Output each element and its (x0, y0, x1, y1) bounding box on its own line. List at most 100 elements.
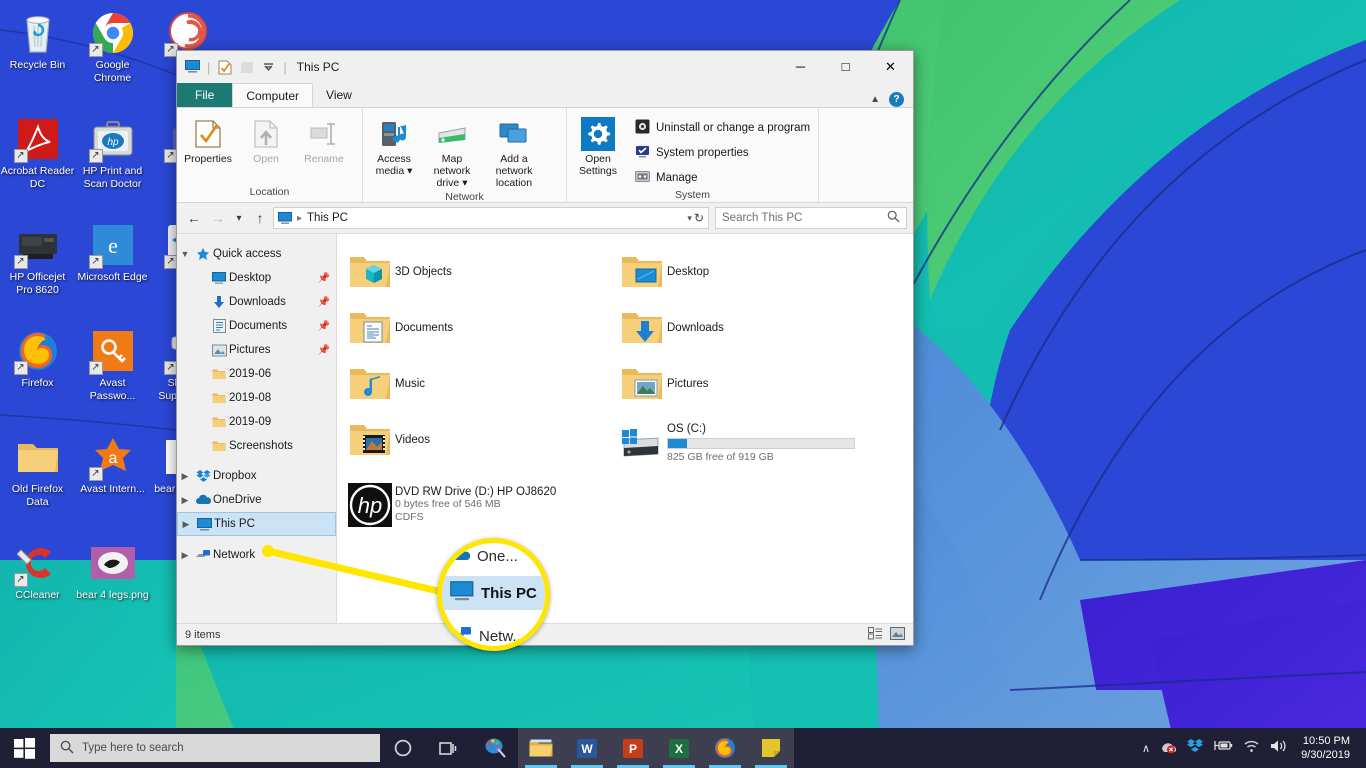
desktop-icon-firefox[interactable]: ↗ Firefox (0, 322, 75, 428)
sticky-notes-icon[interactable] (748, 728, 794, 768)
volume-icon[interactable] (1270, 739, 1287, 758)
rename-button[interactable]: Rename (295, 114, 353, 167)
sidebar-item-2019-09[interactable]: 2019-09 (177, 410, 336, 434)
list-item[interactable]: Downloads (613, 300, 885, 356)
forward-arrow-icon[interactable]: → (207, 207, 229, 229)
desktop-icon-microsoft-edge[interactable]: e ↗ Microsoft Edge (75, 216, 150, 322)
refresh-icon[interactable]: ↻ (694, 211, 704, 225)
search-icon[interactable] (887, 210, 900, 226)
desktop-icon-ccleaner[interactable]: ↗ CCleaner (0, 534, 75, 640)
address-bar[interactable]: ▸ This PC ▾ ↻ (273, 207, 709, 229)
content-pane[interactable]: 3D Objects Desktop (337, 234, 913, 623)
firefox-icon[interactable] (702, 728, 748, 768)
pin-icon[interactable]: 📌 (318, 273, 330, 284)
list-item[interactable]: Videos (341, 412, 613, 468)
sidebar-item-this-pc[interactable]: ▶ This PC (177, 512, 336, 536)
desktop-icon-avast-passwords[interactable]: ↗ Avast Passwo... (75, 322, 150, 428)
file-explorer-icon[interactable] (518, 728, 564, 768)
file-explorer-window[interactable]: | | (176, 50, 914, 646)
list-item[interactable]: 3D Objects (341, 244, 613, 300)
title-bar[interactable]: | | (177, 51, 913, 83)
ribbon-right-controls[interactable]: ▲ ? (870, 92, 913, 107)
up-arrow-icon[interactable]: ↑ (249, 207, 271, 229)
wifi-icon[interactable] (1243, 739, 1260, 758)
tab-view[interactable]: View (313, 83, 365, 107)
dropbox-tray-icon[interactable] (1187, 738, 1203, 758)
chevron-down-icon[interactable]: ▼ (177, 249, 193, 259)
sidebar-item-desktop[interactable]: Desktop 📌 (177, 266, 336, 290)
this-pc-icon[interactable] (183, 58, 202, 77)
taskbar[interactable]: Type here to search (0, 728, 1366, 768)
properties-button[interactable]: Properties (179, 114, 237, 167)
chevron-right-icon[interactable]: ▶ (177, 495, 193, 506)
customize-dropdown-icon[interactable] (259, 58, 278, 77)
sidebar-item-2019-08[interactable]: 2019-08 (177, 386, 336, 410)
breadcrumb-this-pc[interactable]: This PC (307, 212, 348, 224)
chevron-right-icon[interactable]: ▶ (177, 550, 193, 561)
word-icon[interactable]: W (564, 728, 610, 768)
avast-tray-icon[interactable] (1160, 738, 1177, 759)
sidebar-item-pictures[interactable]: Pictures 📌 (177, 338, 336, 362)
list-item[interactable]: OS (C:) 825 GB free of 919 GB (613, 412, 885, 474)
sidebar-item-documents[interactable]: Documents 📌 (177, 314, 336, 338)
add-network-location-button[interactable]: Add a network location (481, 114, 547, 191)
system-properties-command[interactable]: System properties (631, 142, 814, 164)
pin-icon[interactable]: 📌 (318, 321, 330, 332)
desktop-icon-old-firefox-data[interactable]: Old Firefox Data (0, 428, 75, 534)
help-icon[interactable]: ? (889, 92, 904, 107)
desktop-icon-avast-internet-security[interactable]: a ↗ Avast Intern... (75, 428, 150, 534)
tab-file[interactable]: File (177, 83, 232, 107)
open-button[interactable]: Open (237, 114, 295, 167)
address-toolbar[interactable]: ← → ▾ ↑ ▸ This PC ▾ ↻ Search This (177, 203, 913, 233)
minimize-button[interactable]: ─ (778, 51, 823, 82)
clock[interactable]: 10:50 PM 9/30/2019 (1297, 734, 1360, 762)
chevron-right-icon[interactable]: ▶ (178, 519, 194, 530)
desktop-icon-hp-print-scan-doctor[interactable]: hp ↗ HP Print and Scan Doctor (75, 110, 150, 216)
tab-computer[interactable]: Computer (232, 83, 313, 107)
sidebar-item-2019-06[interactable]: 2019-06 (177, 362, 336, 386)
address-bar-controls[interactable]: ▾ ↻ (687, 211, 706, 225)
sidebar-item-onedrive[interactable]: ▶ OneDrive (177, 488, 336, 512)
list-item[interactable]: hp DVD RW Drive (D:) HP OJ8620 0 bytes f… (341, 474, 641, 536)
sidebar-item-downloads[interactable]: Downloads 📌 (177, 290, 336, 314)
list-item[interactable]: Desktop (613, 244, 885, 300)
quick-access-toolbar[interactable]: | | (183, 58, 289, 77)
close-button[interactable]: ✕ (868, 51, 913, 82)
battery-icon[interactable] (1213, 739, 1233, 757)
access-media-button[interactable]: Access media ▾ (365, 114, 423, 179)
details-view-icon[interactable] (868, 627, 883, 643)
chevron-up-icon[interactable]: ▲ (870, 94, 880, 105)
list-item[interactable]: Music (341, 356, 613, 412)
cortana-icon[interactable] (380, 728, 426, 768)
sidebar-item-quick-access[interactable]: ▼ Quick access (177, 242, 336, 266)
recent-locations-icon[interactable]: ▾ (231, 207, 247, 229)
desktop-icon-acrobat-reader[interactable]: ↗ Acrobat Reader DC (0, 110, 75, 216)
show-hidden-icons-icon[interactable]: ∧ (1142, 742, 1150, 755)
list-item[interactable]: Pictures (613, 356, 885, 412)
sidebar-item-screenshots[interactable]: Screenshots (177, 434, 336, 458)
desktop[interactable]: Recycle Bin ↗ Google Chrome (0, 0, 1366, 768)
pin-icon[interactable]: 📌 (318, 345, 330, 356)
window-controls[interactable]: ─ □ ✕ (778, 51, 913, 83)
chevron-right-icon[interactable]: ▶ (177, 471, 193, 482)
task-view-icon[interactable] (426, 728, 472, 768)
open-settings-button[interactable]: Open Settings (569, 114, 627, 179)
desktop-icon-google-chrome[interactable]: ↗ Google Chrome (75, 4, 150, 110)
back-arrow-icon[interactable]: ← (183, 207, 205, 229)
list-item[interactable]: Documents (341, 300, 613, 356)
sidebar-item-network[interactable]: ▶ Network (177, 543, 336, 567)
large-icons-view-icon[interactable] (890, 627, 905, 643)
windows-start-icon[interactable] (0, 728, 48, 768)
system-tray[interactable]: ∧ (1142, 734, 1366, 762)
navigation-pane[interactable]: ▼ Quick access (177, 234, 337, 623)
chevron-down-icon[interactable]: ▾ (687, 213, 692, 224)
map-network-drive-button[interactable]: Map network drive ▾ (423, 114, 481, 191)
desktop-icon-recycle-bin[interactable]: Recycle Bin (0, 4, 75, 110)
maximize-button[interactable]: □ (823, 51, 868, 82)
paint-icon[interactable] (472, 728, 518, 768)
ribbon[interactable]: Properties Open (177, 107, 913, 203)
search-input[interactable]: Search This PC (715, 207, 907, 229)
manage-command[interactable]: Manage (631, 167, 814, 189)
powerpoint-icon[interactable]: P (610, 728, 656, 768)
excel-icon[interactable]: X (656, 728, 702, 768)
